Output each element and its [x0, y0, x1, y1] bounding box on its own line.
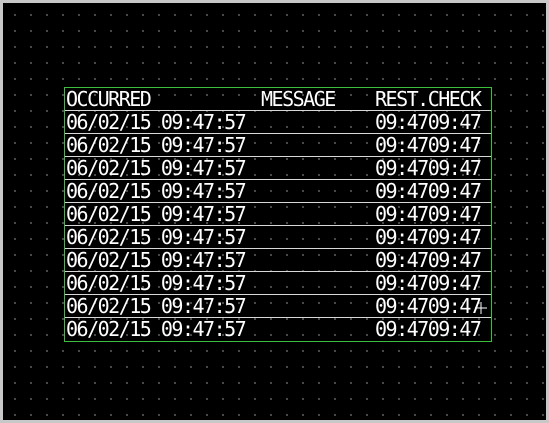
rest-check-cell: 09:4709:47: [375, 110, 482, 134]
table-row[interactable]: 06/02/15 09:47:57 09:4709:47: [65, 295, 491, 318]
table-row[interactable]: 06/02/15 09:47:57 09:4709:47: [65, 318, 491, 341]
rest-check-cell: 09:4709:47: [375, 271, 482, 295]
cursor-icon: [475, 302, 487, 314]
header-message: MESSAGE: [261, 87, 336, 111]
occurred-cell: 06/02/15 09:47:57: [66, 271, 247, 295]
header-rest-check: REST.CHECK: [375, 87, 482, 111]
occurred-cell: 06/02/15 09:47:57: [66, 156, 247, 180]
rest-check-cell: 09:4709:47: [375, 294, 482, 318]
table-row[interactable]: 06/02/15 09:47:57 09:4709:47: [65, 249, 491, 272]
header-occurred: OCCURRED: [66, 87, 152, 111]
occurred-cell: 06/02/15 09:47:57: [66, 317, 247, 341]
rest-check-cell: 09:4709:47: [375, 248, 482, 272]
table-row[interactable]: 06/02/15 09:47:57 09:4709:47: [65, 111, 491, 134]
table-row[interactable]: 06/02/15 09:47:57 09:4709:47: [65, 272, 491, 295]
rest-check-cell: 09:4709:47: [375, 225, 482, 249]
occurred-cell: 06/02/15 09:47:57: [66, 225, 247, 249]
occurred-cell: 06/02/15 09:47:57: [66, 294, 247, 318]
table-row[interactable]: 06/02/15 09:47:57 09:4709:47: [65, 226, 491, 249]
hmi-screen: OCCURRED MESSAGE REST.CHECK 06/02/15 09:…: [3, 3, 546, 420]
occurred-cell: 06/02/15 09:47:57: [66, 202, 247, 226]
rest-check-cell: 09:4709:47: [375, 202, 482, 226]
table-header-row: OCCURRED MESSAGE REST.CHECK: [65, 88, 491, 111]
rest-check-cell: 09:4709:47: [375, 133, 482, 157]
table-row[interactable]: 06/02/15 09:47:57 09:4709:47: [65, 157, 491, 180]
occurred-cell: 06/02/15 09:47:57: [66, 179, 247, 203]
occurred-cell: 06/02/15 09:47:57: [66, 110, 247, 134]
table-row[interactable]: 06/02/15 09:47:57 09:4709:47: [65, 203, 491, 226]
rest-check-cell: 09:4709:47: [375, 179, 482, 203]
rest-check-cell: 09:4709:47: [375, 317, 482, 341]
alarm-history-table: OCCURRED MESSAGE REST.CHECK 06/02/15 09:…: [64, 87, 492, 342]
rest-check-cell: 09:4709:47: [375, 156, 482, 180]
occurred-cell: 06/02/15 09:47:57: [66, 133, 247, 157]
table-row[interactable]: 06/02/15 09:47:57 09:4709:47: [65, 134, 491, 157]
occurred-cell: 06/02/15 09:47:57: [66, 248, 247, 272]
table-row[interactable]: 06/02/15 09:47:57 09:4709:47: [65, 180, 491, 203]
